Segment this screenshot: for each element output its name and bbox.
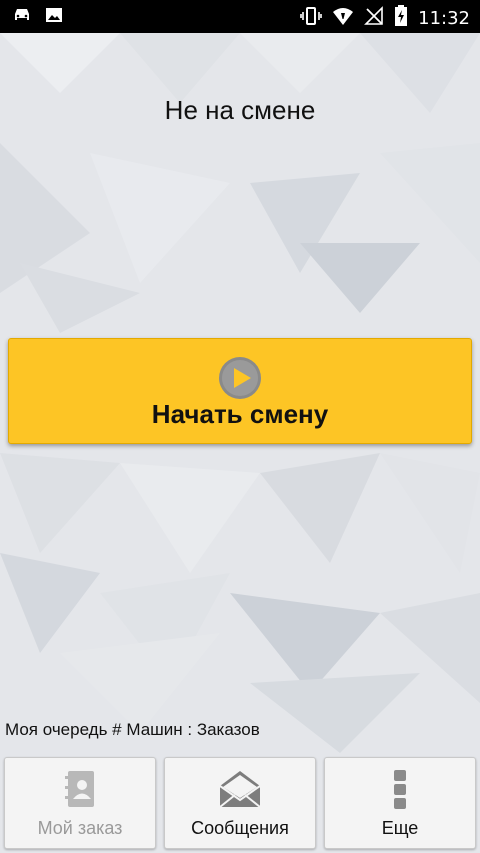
status-bar: 11:32 [0,0,480,33]
envelope-icon [217,768,263,815]
my-order-button[interactable]: Мой заказ [4,757,156,849]
bottom-nav: Мой заказ Сообщения Еще [0,755,480,853]
my-order-label: Мой заказ [37,818,123,838]
contacts-book-icon [59,768,101,815]
vibrate-icon [300,6,322,31]
more-dots-icon [392,768,408,817]
battery-charging-icon [394,5,408,32]
more-button[interactable]: Еще [324,757,476,849]
car-icon [12,6,32,29]
clock: 11:32 [418,7,470,29]
main-content: Не на смене Начать смену Моя очередь # М… [0,33,480,853]
image-icon [44,6,64,29]
queue-info: Моя очередь # Машин : Заказов [5,720,260,739]
no-signal-icon [364,6,384,31]
start-shift-label: Начать смену [151,399,329,429]
messages-label: Сообщения [191,818,289,838]
more-label: Еще [381,818,419,838]
start-shift-button[interactable]: Начать смену [8,338,472,444]
messages-button[interactable]: Сообщения [164,757,316,849]
shift-status-title: Не на смене [164,95,316,125]
wifi-icon [332,6,354,31]
